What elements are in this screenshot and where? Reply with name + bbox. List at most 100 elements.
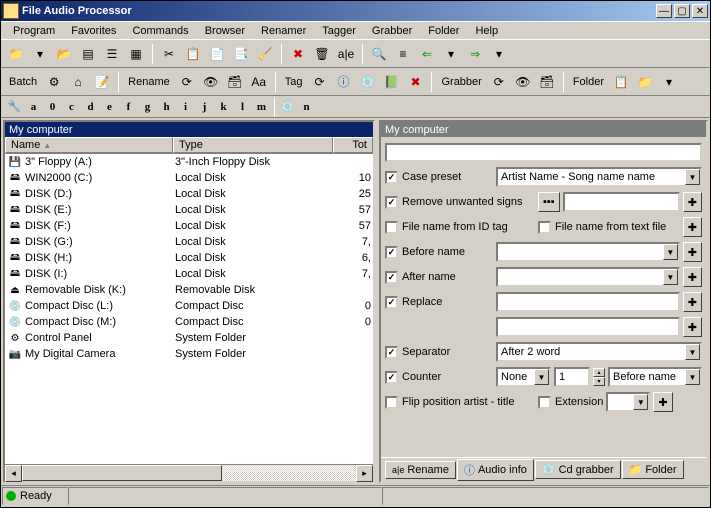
- table-row[interactable]: ⏏Removable Disk (K:)Removable Disk: [5, 282, 373, 298]
- rename-preview-icon[interactable]: 👁: [200, 71, 222, 93]
- tab-cd-grabber[interactable]: 💿Cd grabber: [535, 460, 621, 479]
- add-button-6[interactable]: ✚: [683, 317, 702, 337]
- delete-icon[interactable]: ✖: [287, 43, 309, 65]
- list-icon[interactable]: ☰: [101, 43, 123, 65]
- alpha-j[interactable]: j: [195, 98, 214, 115]
- replace-from-combo[interactable]: [496, 292, 680, 312]
- replace-checkbox[interactable]: [385, 296, 398, 309]
- add-button-3[interactable]: ✚: [683, 242, 702, 262]
- back-arrow-icon[interactable]: ⇐: [416, 43, 438, 65]
- alpha-tools-icon[interactable]: 🔧: [5, 98, 24, 115]
- remove-unwanted-button[interactable]: ▪▪▪: [538, 192, 560, 212]
- grabber-view-icon[interactable]: 👁: [512, 71, 534, 93]
- col-total[interactable]: Tot: [333, 137, 373, 153]
- trash-icon[interactable]: 🗑: [311, 43, 333, 65]
- up-folder-icon[interactable]: 📁: [5, 43, 27, 65]
- menu-commands[interactable]: Commands: [124, 23, 196, 38]
- table-row[interactable]: 🖴DISK (E:)Local Disk57: [5, 202, 373, 218]
- table-row[interactable]: 💿Compact Disc (L:)Compact Disc0: [5, 298, 373, 314]
- grabber-db-icon[interactable]: 🗃: [536, 71, 558, 93]
- copy-icon[interactable]: 📋: [182, 43, 204, 65]
- table-row[interactable]: 🖴DISK (H:)Local Disk6,: [5, 250, 373, 266]
- minimize-button[interactable]: —: [656, 4, 672, 18]
- case-preset-checkbox[interactable]: [385, 171, 398, 184]
- tag-disc-icon[interactable]: 💿: [356, 71, 378, 93]
- extension-checkbox[interactable]: [538, 396, 551, 409]
- tag-info-icon[interactable]: ⓘ: [332, 71, 354, 93]
- cut-icon[interactable]: ✂: [158, 43, 180, 65]
- table-row[interactable]: 🖴DISK (D:)Local Disk25: [5, 186, 373, 202]
- alpha-l[interactable]: l: [233, 98, 252, 115]
- binoculars-icon[interactable]: 🔍: [368, 43, 390, 65]
- rename-db-icon[interactable]: 🗃: [224, 71, 246, 93]
- tree-icon[interactable]: ▤: [77, 43, 99, 65]
- alpha-n[interactable]: n: [297, 98, 316, 115]
- tag-delete-icon[interactable]: ✖: [404, 71, 426, 93]
- rename-apply-icon[interactable]: ⟳: [176, 71, 198, 93]
- alpha-f[interactable]: f: [119, 98, 138, 115]
- tag-apply-icon[interactable]: ⟳: [308, 71, 330, 93]
- tag-book-icon[interactable]: 📗: [380, 71, 402, 93]
- folder-dropdown-icon[interactable]: ▾: [658, 71, 680, 93]
- list-body[interactable]: 💾3" Floppy (A:)3"-Inch Floppy Disk🖴WIN20…: [5, 154, 373, 464]
- tab-folder[interactable]: 📁Folder: [622, 460, 684, 479]
- table-row[interactable]: 🖴DISK (G:)Local Disk7,: [5, 234, 373, 250]
- list2-icon[interactable]: ≡: [392, 43, 414, 65]
- counter-checkbox[interactable]: [385, 371, 398, 384]
- alpha-i[interactable]: i: [176, 98, 195, 115]
- alpha-m[interactable]: m: [252, 98, 271, 115]
- table-row[interactable]: 🖴DISK (I:)Local Disk7,: [5, 266, 373, 282]
- alpha-a[interactable]: a: [24, 98, 43, 115]
- close-button[interactable]: ✕: [692, 4, 708, 18]
- forward-arrow-icon[interactable]: ⇒: [464, 43, 486, 65]
- batch-home-icon[interactable]: ⌂: [67, 71, 89, 93]
- scroll-right-icon[interactable]: ▸: [356, 465, 373, 482]
- table-row[interactable]: 🖴WIN2000 (C:)Local Disk10: [5, 170, 373, 186]
- alpha-k[interactable]: k: [214, 98, 233, 115]
- extension-combo[interactable]: ▼: [606, 392, 650, 412]
- case-preset-combo[interactable]: Artist Name - Song name name▼: [496, 167, 702, 187]
- col-name[interactable]: Name▲: [5, 137, 173, 153]
- add-button-7[interactable]: ✚: [653, 392, 672, 412]
- before-name-combo[interactable]: ▼: [496, 242, 680, 262]
- add-button-4[interactable]: ✚: [683, 267, 702, 287]
- preview-input[interactable]: [385, 143, 702, 162]
- alpha-0[interactable]: 0: [43, 98, 62, 115]
- after-name-combo[interactable]: ▼: [496, 267, 680, 287]
- alpha-h[interactable]: h: [157, 98, 176, 115]
- dropdown-icon[interactable]: ▾: [29, 43, 51, 65]
- menu-tagger[interactable]: Tagger: [314, 23, 364, 38]
- menu-grabber[interactable]: Grabber: [364, 23, 420, 38]
- cleanup-icon[interactable]: 🧹: [254, 43, 276, 65]
- menu-browser[interactable]: Browser: [197, 23, 253, 38]
- alpha-c[interactable]: c: [62, 98, 81, 115]
- grabber-run-icon[interactable]: ⟳: [488, 71, 510, 93]
- replace-to-combo[interactable]: [496, 317, 680, 337]
- open-folder-icon[interactable]: 📂: [53, 43, 75, 65]
- forward-dropdown-icon[interactable]: ▾: [488, 43, 510, 65]
- text-file-checkbox[interactable]: [538, 221, 551, 234]
- counter-pos-combo[interactable]: Before name▼: [608, 367, 702, 387]
- menu-program[interactable]: Program: [5, 23, 63, 38]
- add-button-5[interactable]: ✚: [683, 292, 702, 312]
- add-button-2[interactable]: ✚: [683, 217, 702, 237]
- menu-renamer[interactable]: Renamer: [253, 23, 314, 38]
- menu-favorites[interactable]: Favorites: [63, 23, 124, 38]
- folder-open-icon[interactable]: 📁: [634, 71, 656, 93]
- alpha-d[interactable]: d: [81, 98, 100, 115]
- scroll-left-icon[interactable]: ◂: [5, 465, 22, 482]
- alpha-disc-icon[interactable]: 💿: [278, 98, 297, 115]
- rename-case-icon[interactable]: Aa: [248, 71, 270, 93]
- paste-icon[interactable]: 📄: [206, 43, 228, 65]
- remove-unwanted-input[interactable]: [563, 192, 680, 212]
- counter-num-input[interactable]: 1: [554, 367, 590, 387]
- alpha-e[interactable]: e: [100, 98, 119, 115]
- back-dropdown-icon[interactable]: ▾: [440, 43, 462, 65]
- table-row[interactable]: 📷My Digital CameraSystem Folder: [5, 346, 373, 362]
- remove-unwanted-checkbox[interactable]: [385, 196, 398, 209]
- details-icon[interactable]: ▦: [125, 43, 147, 65]
- alpha-g[interactable]: g: [138, 98, 157, 115]
- counter-mode-combo[interactable]: None▼: [496, 367, 551, 387]
- folder-copy-icon[interactable]: 📋: [610, 71, 632, 93]
- id-tag-checkbox[interactable]: [385, 221, 398, 234]
